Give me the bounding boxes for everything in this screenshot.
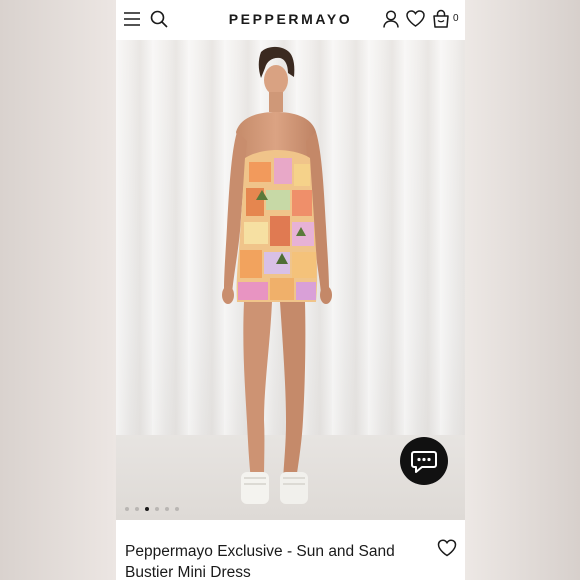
chat-bubble-icon [411,451,437,473]
pagination-dot[interactable] [165,507,169,511]
product-info: Peppermayo Exclusive - Sun and Sand Bust… [116,520,465,580]
product-title: Peppermayo Exclusive - Sun and Sand Bust… [125,543,395,580]
gallery-pagination [125,507,179,511]
product-image-gallery[interactable] [116,40,465,520]
pagination-dot[interactable] [155,507,159,511]
chat-button[interactable] [400,437,448,485]
heart-outline-icon[interactable] [437,539,457,557]
shopping-bag-icon[interactable] [432,9,450,28]
user-icon[interactable] [383,10,399,28]
pagination-dot-active[interactable] [145,507,149,511]
bag-count-badge: 0 [453,13,459,24]
site-header: PEPPERMAYO 0 [116,0,465,40]
pagination-dot[interactable] [175,507,179,511]
pagination-dot[interactable] [135,507,139,511]
pagination-dot[interactable] [125,507,129,511]
background-blur-left [0,0,116,580]
background-blur-right [465,0,580,580]
mobile-product-page: PEPPERMAYO 0 Peppermayo Exclusive - Sun … [116,0,465,580]
heart-icon[interactable] [406,10,425,27]
